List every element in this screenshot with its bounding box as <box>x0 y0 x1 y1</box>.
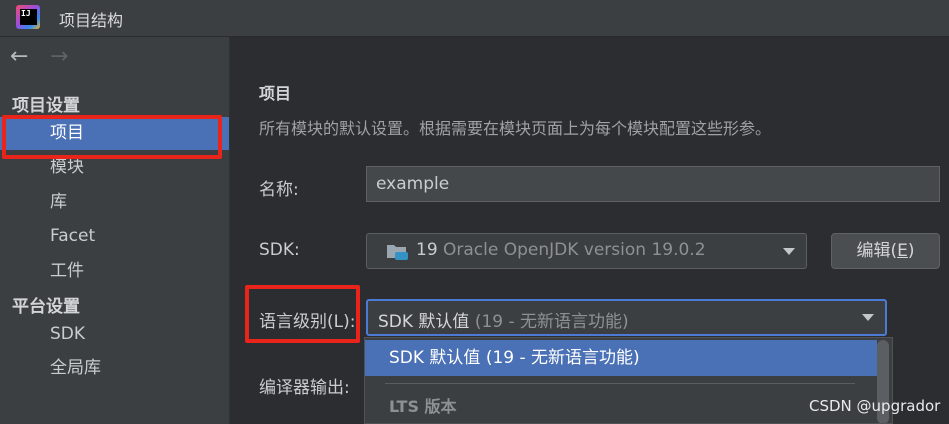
sdk-label: SDK: <box>259 240 300 260</box>
chevron-down-icon <box>862 314 874 321</box>
page-title: 项目 <box>259 84 292 103</box>
language-level-value: SDK 默认值 <box>378 312 470 332</box>
dropdown-option-sdk-default[interactable]: SDK 默认值 (19 - 无新语言功能) <box>365 340 877 376</box>
edit-sdk-button[interactable]: 编辑(E) <box>831 233 940 269</box>
annotation-box-project <box>2 115 222 159</box>
sidebar-item-facets[interactable]: Facet <box>0 220 229 253</box>
sdk-folder-icon <box>387 245 408 260</box>
language-level-select[interactable]: SDK 默认值 (19 - 无新语言功能) <box>366 299 887 336</box>
language-level-detail: (19 - 无新语言功能) <box>474 312 629 332</box>
dropdown-separator <box>385 383 855 384</box>
compiler-output-label: 编译器输出: <box>259 378 350 398</box>
name-label: 名称: <box>259 180 299 200</box>
forward-arrow-icon[interactable]: → <box>50 46 68 68</box>
sidebar-item-sdks[interactable]: SDK <box>0 318 229 351</box>
chevron-down-icon <box>783 248 795 255</box>
sdk-select[interactable]: 19 Oracle OpenJDK version 19.0.2 <box>366 233 807 269</box>
back-arrow-icon[interactable]: ← <box>10 46 28 68</box>
dropdown-group-lts: LTS 版本 <box>389 397 457 416</box>
sdk-name: Oracle OpenJDK version 19.0.2 <box>443 240 706 260</box>
sidebar-item-global-libraries[interactable]: 全局库 <box>0 352 229 385</box>
sidebar-item-libraries[interactable]: 库 <box>0 186 229 219</box>
annotation-box-language-level <box>245 285 360 343</box>
title-bar: IJ 项目结构 <box>0 0 949 37</box>
window-title: 项目结构 <box>59 11 124 30</box>
page-description: 所有模块的默认设置。根据需要在模块页面上为每个模块配置这些形参。 <box>259 119 772 138</box>
name-field[interactable]: example <box>366 166 940 202</box>
sidebar-item-artifacts[interactable]: 工件 <box>0 255 229 288</box>
watermark: CSDN @upgrador <box>809 397 941 415</box>
section-title-project-settings: 项目设置 <box>12 96 80 116</box>
sdk-version: 19 <box>416 240 438 260</box>
intellij-logo-icon: IJ <box>16 5 40 29</box>
section-title-platform-settings: 平台设置 <box>12 297 80 317</box>
